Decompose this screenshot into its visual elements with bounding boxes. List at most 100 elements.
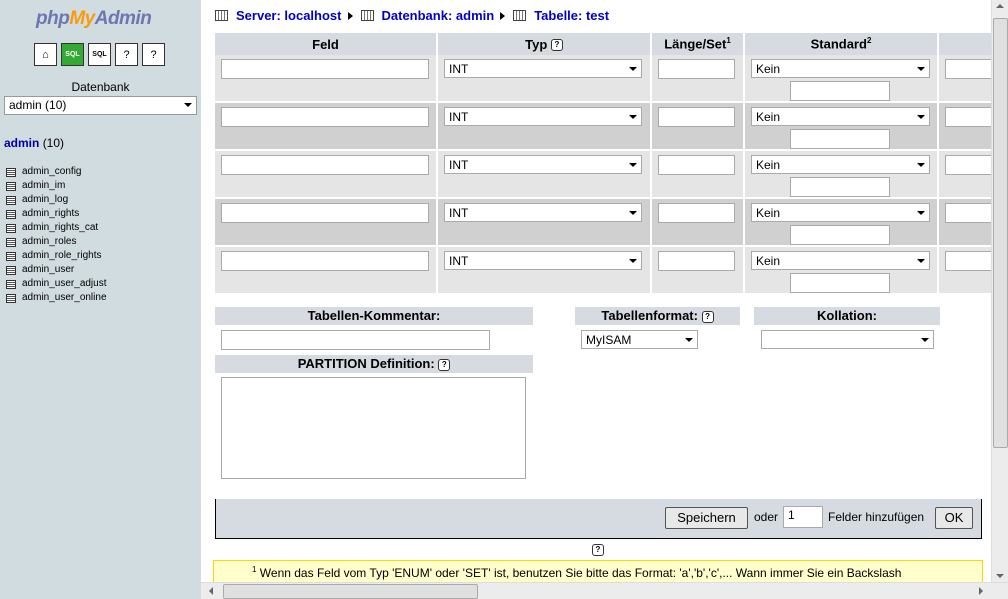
field-name-input[interactable]: [221, 203, 429, 223]
field-type-value: INT: [449, 254, 469, 268]
or-label: oder: [754, 510, 779, 524]
field-default-select[interactable]: Kein: [751, 203, 930, 222]
table-list-item[interactable]: admin_config: [6, 165, 107, 179]
table-list-item[interactable]: admin_rights_cat: [6, 221, 107, 235]
field-collation-select[interactable]: [945, 251, 991, 271]
field-default-select[interactable]: Kein: [751, 155, 930, 174]
table-list-item[interactable]: admin_rights: [6, 207, 107, 221]
table-icon[interactable]: [6, 251, 16, 261]
breadcrumb-table[interactable]: Tabelle: test: [534, 8, 609, 23]
table-name[interactable]: admin_user_adjust: [22, 277, 107, 291]
field-default-value-input[interactable]: [790, 129, 890, 149]
help-icon[interactable]: ?: [550, 39, 563, 52]
field-type-select[interactable]: INT: [444, 155, 642, 174]
field-name-input[interactable]: [221, 251, 429, 271]
field-default-value-input[interactable]: [790, 81, 890, 101]
breadcrumb-separator-icon: [347, 11, 353, 20]
table-icon[interactable]: [6, 279, 16, 289]
field-collation-select[interactable]: [945, 203, 991, 223]
field-length-input[interactable]: [658, 251, 735, 271]
breadcrumb-database[interactable]: Datenbank: admin: [382, 8, 495, 23]
field-length-input[interactable]: [658, 203, 735, 223]
table-name[interactable]: admin_user: [22, 263, 74, 277]
table-icon[interactable]: [6, 195, 16, 205]
table-icon[interactable]: [6, 293, 16, 303]
field-name-input[interactable]: [221, 107, 429, 127]
field-type-select[interactable]: INT: [444, 59, 642, 78]
scroll-up-icon[interactable]: [996, 4, 1004, 8]
table-list-item[interactable]: admin_im: [6, 179, 107, 193]
horizontal-scrollbar[interactable]: [201, 582, 1008, 599]
table-name[interactable]: admin_rights_cat: [22, 221, 98, 235]
field-definition-table: Feld Typ ? Länge/Set1 Standard2 INT Kein I…: [215, 33, 991, 295]
field-type-select[interactable]: INT: [444, 203, 642, 222]
field-default-value-input[interactable]: [790, 177, 890, 197]
scroll-left-icon[interactable]: [209, 587, 213, 595]
field-name-input[interactable]: [221, 59, 429, 79]
database-title[interactable]: admin (10): [4, 136, 64, 150]
partition-definition-textarea[interactable]: [221, 377, 526, 479]
field-collation-select[interactable]: [945, 59, 991, 79]
comment-label: Tabellen-Kommentar:: [307, 308, 441, 323]
table-list-item[interactable]: admin_user_online: [6, 291, 107, 305]
field-length-input[interactable]: [658, 107, 735, 127]
vertical-scrollbar[interactable]: [991, 0, 1008, 582]
table-format-select[interactable]: MyISAM: [581, 330, 698, 349]
phpmyadmin-logo[interactable]: phpMyAdmin: [36, 8, 152, 30]
table-icon[interactable]: [6, 237, 16, 247]
table-name[interactable]: admin_config: [22, 165, 81, 179]
column-header-laenge: Länge/Set1: [652, 33, 745, 55]
table-name[interactable]: admin_user_online: [22, 291, 107, 305]
field-type-select[interactable]: INT: [444, 107, 642, 126]
field-default-select[interactable]: Kein: [751, 251, 930, 270]
help-icon[interactable]: ?: [438, 358, 451, 371]
help-docs-icon[interactable]: ?: [115, 43, 138, 66]
column-header-feld: Feld: [215, 33, 438, 55]
table-icon[interactable]: [6, 223, 16, 233]
help-icon[interactable]: ?: [701, 310, 714, 323]
collation-select[interactable]: [761, 330, 934, 349]
field-type-select[interactable]: INT: [444, 251, 642, 270]
sql-icon[interactable]: SQL: [88, 43, 111, 66]
home-icon[interactable]: ⌂: [34, 43, 57, 66]
table-name[interactable]: admin_rights: [22, 207, 79, 221]
table-name[interactable]: admin_im: [22, 179, 65, 193]
add-fields-count-input[interactable]: 1: [783, 506, 823, 528]
table-icon[interactable]: [6, 209, 16, 219]
table-list-item[interactable]: admin_log: [6, 193, 107, 207]
table-comment-input[interactable]: [221, 330, 490, 350]
field-collation-select[interactable]: [945, 155, 991, 175]
table-name[interactable]: admin_roles: [22, 235, 76, 249]
table-list-item[interactable]: admin_role_rights: [6, 249, 107, 263]
table-icon[interactable]: [6, 181, 16, 191]
scroll-down-icon[interactable]: [996, 574, 1004, 578]
field-default-select[interactable]: Kein: [751, 59, 930, 78]
table-name[interactable]: admin_role_rights: [22, 249, 102, 263]
table-name[interactable]: admin_log: [22, 193, 68, 207]
sql-docs-icon[interactable]: ?: [142, 43, 165, 66]
field-length-input[interactable]: [658, 59, 735, 79]
field-default-value-input[interactable]: [790, 225, 890, 245]
column-header-typ: Typ ?: [438, 33, 652, 55]
help-icon[interactable]: ?: [592, 544, 604, 556]
table-icon[interactable]: [6, 167, 16, 177]
table-list-item[interactable]: admin_user: [6, 263, 107, 277]
ok-button[interactable]: OK: [935, 507, 973, 529]
breadcrumb-server[interactable]: Server: localhost: [236, 8, 342, 23]
field-collation-select[interactable]: [945, 107, 991, 127]
field-length-input[interactable]: [658, 155, 735, 175]
field-default-value-input[interactable]: [790, 273, 890, 293]
scroll-right-icon[interactable]: [979, 587, 983, 595]
vertical-scrollbar-thumb[interactable]: [993, 18, 1008, 448]
database-select[interactable]: admin (10): [4, 96, 197, 115]
save-button[interactable]: Speichern: [665, 507, 748, 529]
database-title-name[interactable]: admin: [4, 136, 39, 150]
table-list-item[interactable]: admin_roles: [6, 235, 107, 249]
table-list-item[interactable]: admin_user_adjust: [6, 277, 107, 291]
field-default-select[interactable]: Kein: [751, 107, 930, 126]
field-name-input[interactable]: [221, 155, 429, 175]
sql-query-icon[interactable]: SQL: [61, 43, 84, 66]
horizontal-scrollbar-thumb[interactable]: [223, 584, 478, 599]
table-icon[interactable]: [6, 265, 16, 275]
collation-header: Kollation:: [754, 307, 940, 325]
